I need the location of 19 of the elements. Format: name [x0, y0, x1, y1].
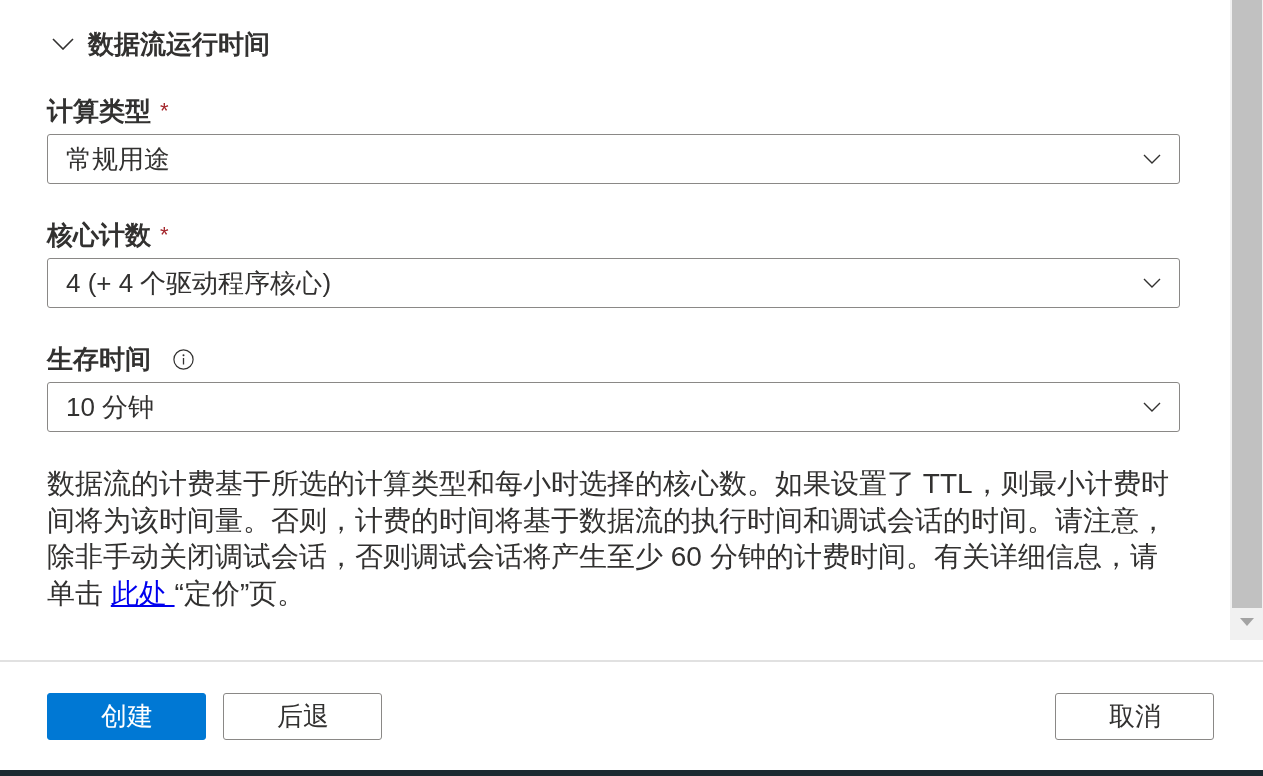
footer-button[interactable]: 创建 [47, 693, 206, 740]
field-label: 核心计数 [47, 219, 151, 252]
required-mark: * [160, 221, 169, 249]
field-label: 生存时间 [47, 343, 151, 376]
footer-button[interactable]: 取消 [1055, 693, 1214, 740]
footer-button[interactable]: 后退 [223, 693, 382, 740]
section-title: 数据流运行时间 [88, 28, 270, 61]
chevron-down-icon [1143, 154, 1161, 164]
required-mark: * [160, 97, 169, 125]
info-icon[interactable] [173, 348, 194, 370]
chevron-down-icon [1143, 278, 1161, 288]
dropdown-field[interactable]: 4 (+ 4 个驱动程序核心) [47, 258, 1180, 308]
field-label: 计算类型 [47, 95, 151, 128]
chevron-down-icon[interactable] [52, 38, 74, 50]
here-link[interactable]: 此处 [110, 578, 175, 610]
billing-note: 数据流的计费基于所选的计算类型和每小时选择的核心数。如果设置了 TTL，则最小计费时间将为该时间量。否则，计费的时间将基于数据流的执行时间和调试会话的时间。请注意，除非手动关闭调试会话，否则调试会话将产生至少 60 分钟的计费时间。有关详细信息，请单击 此处 “定价”页。 [47, 467, 1170, 612]
dropdown-field[interactable]: 常规用途 [47, 134, 1180, 184]
chevron-down-icon [1143, 402, 1161, 412]
dropdown-field[interactable]: 10 分钟 [47, 382, 1180, 432]
